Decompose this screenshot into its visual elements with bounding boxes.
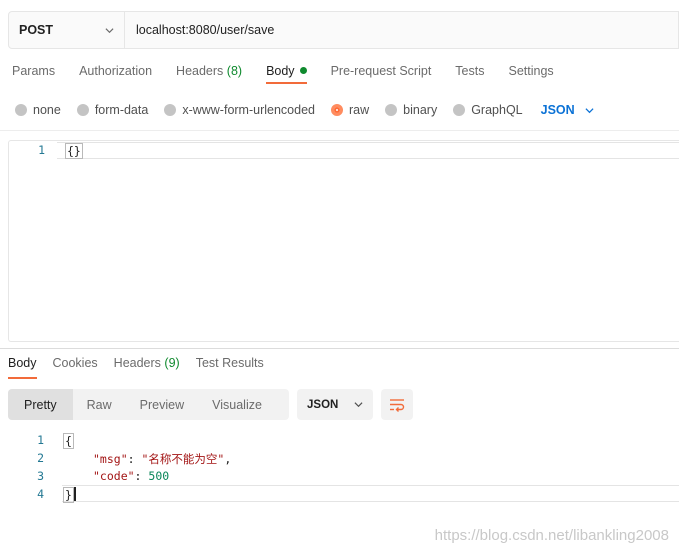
request-tabs: Params Authorization Headers (8) Body Pr… bbox=[12, 64, 578, 86]
radio-urlencoded[interactable]: x-www-form-urlencoded bbox=[164, 103, 315, 117]
tab-label: Test Results bbox=[195, 356, 264, 370]
code-line: { bbox=[63, 433, 74, 449]
code-line: } bbox=[63, 487, 76, 503]
radio-binary[interactable]: binary bbox=[385, 103, 437, 117]
tab-response-body[interactable]: Body bbox=[8, 356, 37, 379]
radio-form-data[interactable]: form-data bbox=[76, 103, 149, 117]
current-line-highlight bbox=[62, 485, 679, 502]
text-cursor bbox=[73, 487, 76, 501]
active-dot-icon bbox=[299, 67, 307, 74]
body-format-label: JSON bbox=[540, 103, 575, 117]
matched-brace: { bbox=[63, 433, 74, 449]
radio-label: form-data bbox=[94, 103, 149, 117]
tab-label: Cookies bbox=[52, 356, 98, 370]
radio-icon bbox=[15, 104, 27, 116]
chevron-down-icon bbox=[585, 107, 594, 113]
line-number: 1 bbox=[38, 143, 45, 157]
radio-icon bbox=[453, 104, 466, 116]
line-number: 3 bbox=[37, 469, 44, 483]
radio-raw[interactable]: raw bbox=[331, 103, 369, 117]
view-mode-segmented: Pretty Raw Preview Visualize bbox=[8, 389, 289, 420]
tab-label: Tests bbox=[455, 64, 485, 78]
headers-count: (8) bbox=[226, 64, 243, 78]
body-type-radios: none form-data x-www-form-urlencoded raw… bbox=[15, 101, 594, 119]
tab-label: Params bbox=[12, 64, 56, 78]
body-format-select[interactable]: JSON bbox=[541, 103, 594, 117]
url-bar: POST localhost:8080/user/save bbox=[8, 11, 679, 49]
radio-none[interactable]: none bbox=[15, 103, 61, 117]
view-raw[interactable]: Raw bbox=[73, 389, 126, 420]
wrap-lines-button[interactable] bbox=[381, 389, 413, 420]
tab-label: Headers bbox=[176, 64, 224, 78]
tab-body[interactable]: Body bbox=[266, 64, 307, 84]
json-string-value: "名称不能为空" bbox=[141, 452, 225, 466]
request-body-editor[interactable]: 1 {} bbox=[8, 140, 679, 342]
tab-label: Body bbox=[266, 64, 295, 78]
tab-params[interactable]: Params bbox=[12, 64, 55, 84]
radio-label: raw bbox=[349, 103, 370, 117]
chevron-down-icon bbox=[105, 27, 114, 33]
code-line: {} bbox=[65, 143, 83, 159]
watermark: https://blog.csdn.net/libankling2008 bbox=[434, 527, 669, 544]
tab-label: Body bbox=[8, 356, 37, 370]
code-line: "code": 500 bbox=[93, 469, 170, 483]
tab-label: Headers bbox=[113, 356, 161, 370]
response-format-label: JSON bbox=[307, 398, 339, 411]
tab-response-headers[interactable]: Headers (9) bbox=[114, 356, 180, 379]
tab-label: Pre-request Script bbox=[330, 64, 432, 78]
chevron-down-icon bbox=[354, 402, 363, 408]
radio-label: none bbox=[33, 103, 61, 117]
tab-headers[interactable]: Headers (8) bbox=[176, 64, 242, 84]
current-line-highlight bbox=[57, 142, 679, 159]
divider bbox=[0, 130, 679, 131]
json-number-value: 500 bbox=[148, 469, 170, 483]
line-number: 1 bbox=[37, 433, 44, 447]
tab-label: Authorization bbox=[79, 64, 153, 78]
radio-icon bbox=[76, 104, 89, 116]
tab-settings[interactable]: Settings bbox=[508, 64, 553, 84]
method-label: POST bbox=[19, 23, 54, 37]
line-number: 4 bbox=[37, 487, 44, 501]
headers-count: (9) bbox=[164, 356, 180, 370]
radio-icon bbox=[385, 104, 398, 116]
view-visualize[interactable]: Visualize bbox=[198, 389, 276, 420]
method-select[interactable]: POST bbox=[9, 12, 125, 48]
wrap-lines-icon bbox=[390, 398, 405, 412]
radio-selected-icon bbox=[331, 104, 343, 116]
matched-brace: } bbox=[63, 487, 74, 503]
matched-brace: {} bbox=[65, 143, 83, 159]
json-key: "msg" bbox=[93, 452, 128, 466]
radio-label: x-www-form-urlencoded bbox=[182, 103, 315, 117]
tab-test-results[interactable]: Test Results bbox=[196, 356, 264, 379]
response-tabs: Body Cookies Headers (9) Test Results bbox=[8, 356, 280, 379]
tab-label: Settings bbox=[508, 64, 554, 78]
code-line: "msg": "名称不能为空", bbox=[93, 452, 232, 466]
line-number: 2 bbox=[37, 451, 44, 465]
tab-cookies[interactable]: Cookies bbox=[53, 356, 98, 379]
response-format-select[interactable]: JSON bbox=[297, 389, 373, 420]
radio-label: binary bbox=[403, 103, 438, 117]
json-key: "code" bbox=[93, 469, 135, 483]
radio-label: GraphQL bbox=[471, 103, 523, 117]
radio-icon bbox=[164, 104, 177, 116]
view-preview[interactable]: Preview bbox=[126, 389, 198, 420]
view-pretty[interactable]: Pretty bbox=[8, 389, 73, 420]
tab-pre-request-script[interactable]: Pre-request Script bbox=[331, 64, 432, 84]
radio-graphql[interactable]: GraphQL bbox=[453, 103, 523, 117]
url-input[interactable]: localhost:8080/user/save bbox=[125, 23, 274, 37]
tab-authorization[interactable]: Authorization bbox=[79, 64, 152, 84]
divider bbox=[0, 348, 679, 349]
tab-tests[interactable]: Tests bbox=[455, 64, 484, 84]
